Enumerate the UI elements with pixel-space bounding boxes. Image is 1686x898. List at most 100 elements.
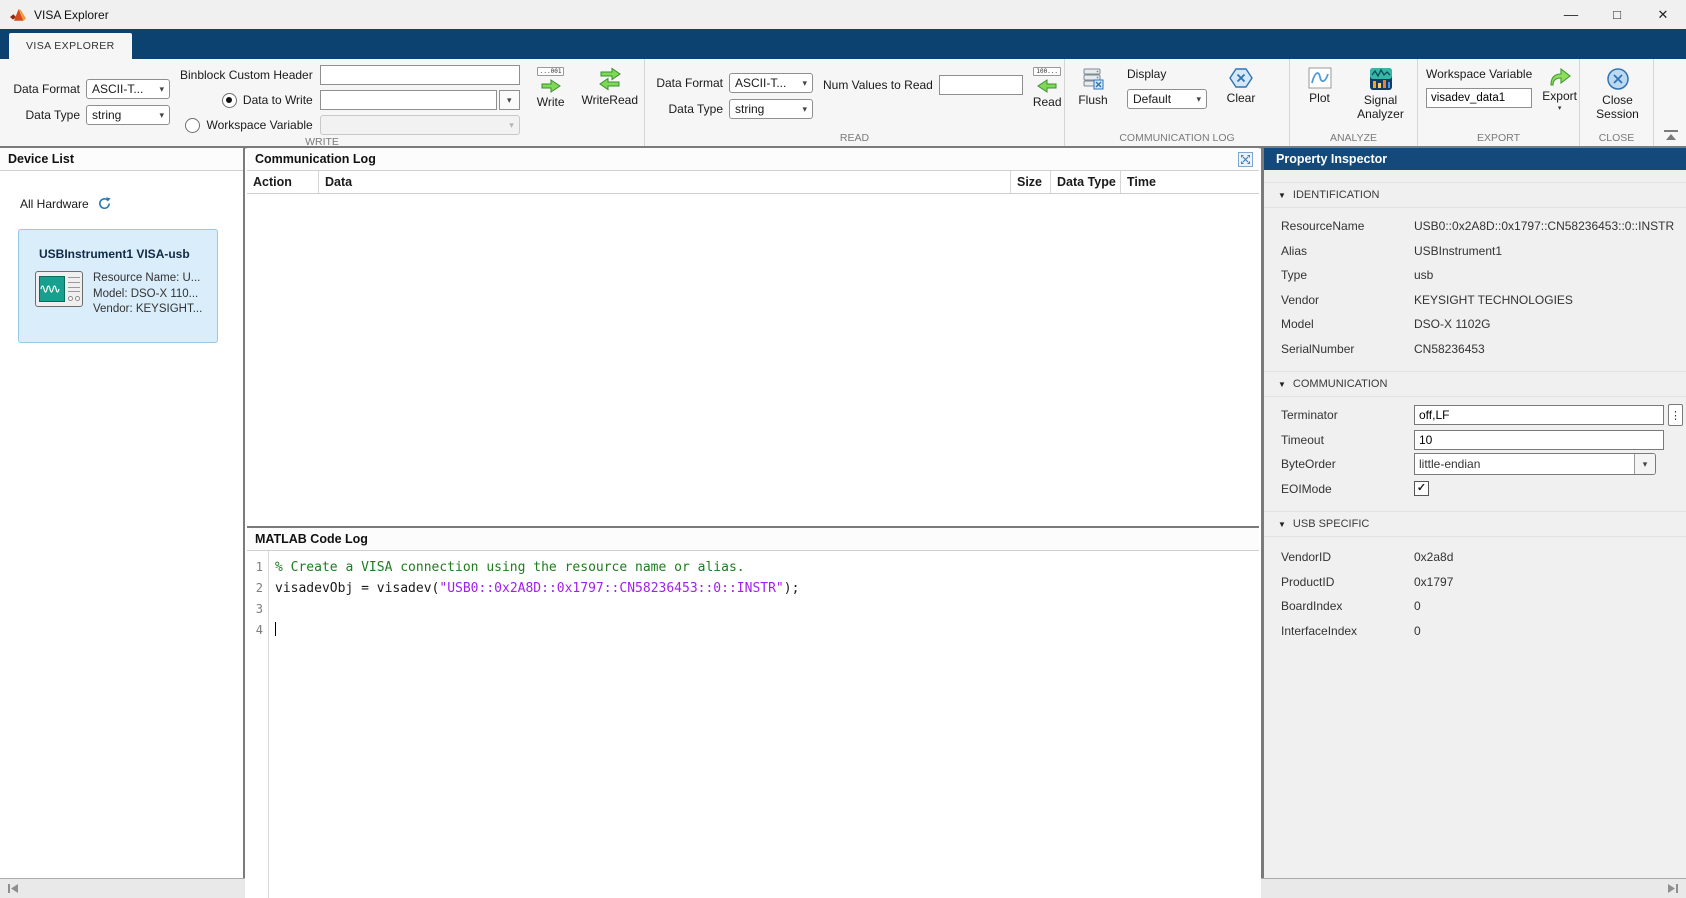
export-button[interactable]: Export ▾ bbox=[1542, 65, 1577, 111]
byteorder-dropdown[interactable]: little-endian ▾ bbox=[1414, 453, 1656, 475]
property-row: Model DSO-X 1102G bbox=[1264, 312, 1686, 337]
export-arrow-icon bbox=[1548, 67, 1572, 87]
collapse-triangle-icon: ▼ bbox=[1278, 520, 1286, 529]
read-data-type-dropdown[interactable]: string▾ bbox=[729, 99, 813, 119]
all-hardware-label: All Hardware bbox=[20, 197, 89, 211]
property-row: ByteOrder little-endian ▾ bbox=[1264, 452, 1686, 477]
eoimode-checkbox[interactable]: ✓ bbox=[1414, 481, 1429, 496]
terminator-input[interactable] bbox=[1414, 405, 1664, 425]
property-row: EOIMode ✓ bbox=[1264, 477, 1686, 502]
title-bar: VISA Explorer –– □ ✕ bbox=[0, 0, 1686, 29]
write-data-type-dropdown[interactable]: string▾ bbox=[86, 105, 170, 125]
ribbon-section-export: Workspace Variable Export ▾ EXPORT bbox=[1418, 59, 1580, 148]
matlab-logo-icon bbox=[10, 8, 26, 22]
skip-to-start-icon[interactable] bbox=[4, 881, 22, 897]
writeread-button[interactable]: WriteRead bbox=[582, 65, 638, 108]
tab-visa-explorer[interactable]: VISA EXPLORER bbox=[9, 33, 132, 59]
data-to-write-combobox[interactable]: ▾ bbox=[320, 90, 520, 110]
timeout-input[interactable] bbox=[1414, 430, 1664, 450]
chevron-down-icon: ▾ bbox=[159, 110, 164, 121]
num-values-label: Num Values to Read bbox=[823, 78, 933, 92]
close-icon[interactable]: ✕ bbox=[1640, 0, 1686, 29]
property-row: VendorID 0x2a8d bbox=[1264, 545, 1686, 570]
undock-icon[interactable] bbox=[1238, 152, 1253, 167]
write-data-type-label: Data Type bbox=[8, 108, 80, 122]
code-line-2: visadevObj = visadev("USB0::0x2A8D::0x17… bbox=[275, 578, 1259, 599]
property-row: SerialNumber CN58236453 bbox=[1264, 337, 1686, 362]
device-name: USBInstrument1 VISA-usb bbox=[19, 230, 217, 261]
communication-log-table-body[interactable] bbox=[247, 194, 1259, 526]
write-data-format-dropdown[interactable]: ASCII-T...▾ bbox=[86, 79, 170, 99]
terminator-options-button[interactable]: ⋮ bbox=[1668, 404, 1683, 426]
ribbon-section-read: Data Format ASCII-T...▾ Data Type string… bbox=[645, 59, 1065, 148]
device-model: Model: DSO-X 110... bbox=[93, 287, 202, 303]
export-workspace-variable-label: Workspace Variable bbox=[1426, 67, 1532, 81]
close-session-button[interactable]: Close Session bbox=[1590, 65, 1646, 122]
chevron-down-icon: ▾ bbox=[159, 84, 164, 95]
data-to-write-label: Data to Write bbox=[243, 93, 313, 107]
ribbon-section-analyze: Plot Signal Analyzer ANALYZE bbox=[1290, 59, 1418, 148]
read-data-format-label: Data Format bbox=[653, 76, 723, 90]
plot-button[interactable]: Plot bbox=[1300, 65, 1340, 106]
clear-button[interactable]: Clear bbox=[1221, 65, 1261, 106]
property-row: ResourceName USB0::0x2A8D::0x1797::CN582… bbox=[1264, 214, 1686, 239]
data-to-write-radio[interactable] bbox=[222, 93, 237, 108]
code-line-3 bbox=[275, 599, 1259, 620]
inspector-panel-bottom-bar bbox=[1261, 878, 1686, 898]
chevron-down-icon: ▾ bbox=[1558, 107, 1562, 111]
signal-analyzer-icon bbox=[1369, 67, 1393, 91]
read-data-format-dropdown[interactable]: ASCII-T...▾ bbox=[729, 73, 813, 93]
num-values-input[interactable] bbox=[939, 75, 1023, 95]
maximize-icon[interactable]: □ bbox=[1594, 0, 1640, 29]
write-data-format-label: Data Format bbox=[8, 82, 80, 96]
device-list-panel: Device List All Hardware USBInstrument1 … bbox=[0, 148, 245, 878]
flush-icon bbox=[1081, 67, 1105, 91]
property-inspector-panel: Property Inspector ▼ IDENTIFICATION Reso… bbox=[1261, 148, 1686, 878]
toolstrip-tab-bar: VISA EXPLORER bbox=[0, 29, 1686, 59]
toolstrip-ribbon: Data Format ASCII-T...▾ Data Type string… bbox=[0, 59, 1686, 149]
minimize-icon[interactable]: –– bbox=[1548, 0, 1594, 29]
column-header-size[interactable]: Size bbox=[1011, 171, 1051, 193]
column-header-action[interactable]: Action bbox=[247, 171, 319, 193]
property-row: ProductID 0x1797 bbox=[1264, 570, 1686, 595]
binblock-header-label: Binblock Custom Header bbox=[180, 68, 313, 82]
communication-section-header[interactable]: ▼ COMMUNICATION bbox=[1264, 371, 1686, 397]
matlab-code-log-title: MATLAB Code Log bbox=[247, 528, 1259, 551]
center-panel: Communication Log Action Data Size Data … bbox=[247, 148, 1259, 898]
code-content[interactable]: % Create a VISA connection using the res… bbox=[269, 551, 1259, 898]
column-header-data-type[interactable]: Data Type bbox=[1051, 171, 1121, 193]
code-line-1: % Create a VISA connection using the res… bbox=[275, 557, 1259, 578]
skip-to-end-icon[interactable] bbox=[1664, 881, 1682, 897]
device-card-usbinstrument1[interactable]: USBInstrument1 VISA-usb Resource Name: U… bbox=[18, 229, 218, 343]
ribbon-section-close: Close Session CLOSE bbox=[1580, 59, 1654, 148]
column-header-data[interactable]: Data bbox=[319, 171, 1011, 193]
usb-specific-section-header[interactable]: ▼ USB SPECIFIC bbox=[1264, 511, 1686, 537]
read-button[interactable]: 100... Read bbox=[1033, 65, 1062, 110]
workspace-variable-radio[interactable] bbox=[185, 118, 200, 133]
flush-button[interactable]: Flush bbox=[1073, 65, 1113, 108]
export-workspace-variable-input[interactable] bbox=[1426, 88, 1532, 108]
matlab-code-editor[interactable]: 1 2 3 4 % Create a VISA connection using… bbox=[247, 551, 1259, 898]
display-dropdown[interactable]: Default▾ bbox=[1127, 89, 1207, 109]
property-row: InterfaceIndex 0 bbox=[1264, 619, 1686, 644]
communication-log-header: Communication Log bbox=[247, 148, 1259, 171]
refresh-icon[interactable] bbox=[97, 196, 112, 211]
chevron-down-icon: ▾ bbox=[802, 104, 807, 115]
column-header-time[interactable]: Time bbox=[1121, 171, 1259, 193]
green-arrow-left-icon bbox=[1036, 79, 1058, 93]
write-button[interactable]: ...001 Write bbox=[530, 65, 572, 110]
window-title: VISA Explorer bbox=[34, 8, 109, 22]
read-icon: 100... bbox=[1033, 67, 1061, 76]
chevron-down-icon[interactable]: ▾ bbox=[499, 90, 520, 110]
binblock-header-input[interactable] bbox=[320, 65, 520, 85]
clear-icon bbox=[1228, 67, 1254, 89]
chevron-down-icon: ▾ bbox=[509, 120, 514, 131]
collapse-ribbon-icon[interactable] bbox=[1664, 130, 1678, 142]
code-line-4 bbox=[275, 620, 1259, 641]
writeread-arrows-icon bbox=[597, 67, 623, 91]
device-vendor: Vendor: KEYSIGHT... bbox=[93, 302, 202, 318]
collapse-triangle-icon: ▼ bbox=[1278, 380, 1286, 389]
identification-section-header[interactable]: ▼ IDENTIFICATION bbox=[1264, 182, 1686, 208]
signal-analyzer-button[interactable]: Signal Analyzer bbox=[1352, 65, 1410, 122]
chevron-down-icon[interactable]: ▾ bbox=[1634, 454, 1655, 474]
